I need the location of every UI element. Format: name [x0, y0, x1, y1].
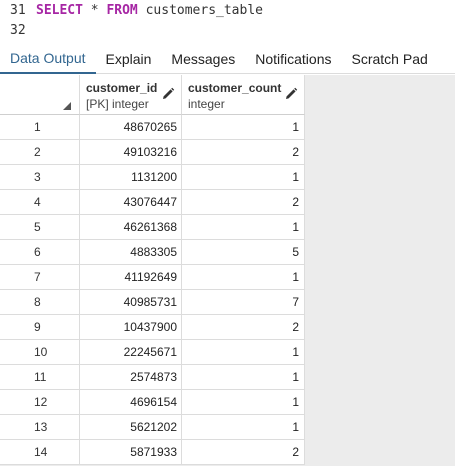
- column-header-customer-id[interactable]: customer_id [PK] integer: [80, 75, 182, 115]
- table-row[interactable]: 7 41192649 1: [0, 265, 305, 290]
- tab-scratch-pad[interactable]: Scratch Pad: [342, 44, 438, 74]
- pencil-icon[interactable]: [284, 87, 298, 101]
- tab-notifications[interactable]: Notifications: [245, 44, 341, 74]
- table-row[interactable]: 9 10437900 2: [0, 315, 305, 340]
- line-number: 32: [10, 22, 26, 38]
- row-number[interactable]: 10: [0, 340, 80, 365]
- code-line-32[interactable]: 32: [0, 20, 36, 40]
- select-all-corner[interactable]: [0, 75, 80, 115]
- column-name: customer_id: [86, 81, 158, 95]
- cell-customer-count[interactable]: 1: [182, 415, 305, 440]
- cell-customer-count[interactable]: 2: [182, 140, 305, 165]
- table-row[interactable]: 8 40985731 7: [0, 290, 305, 315]
- pencil-icon[interactable]: [161, 87, 175, 101]
- keyword-from: FROM: [106, 2, 138, 18]
- result-tabs: Data Output Explain Messages Notificatio…: [0, 44, 455, 74]
- cell-customer-count[interactable]: 1: [182, 165, 305, 190]
- row-number[interactable]: 5: [0, 215, 80, 240]
- row-number[interactable]: 11: [0, 365, 80, 390]
- cell-customer-count[interactable]: 1: [182, 265, 305, 290]
- cell-customer-id[interactable]: 4696154: [80, 390, 182, 415]
- cell-customer-id[interactable]: 2574873: [80, 365, 182, 390]
- cell-customer-id[interactable]: 22245671: [80, 340, 182, 365]
- row-number[interactable]: 13: [0, 415, 80, 440]
- column-name: customer_count: [188, 81, 282, 95]
- tab-explain[interactable]: Explain: [96, 44, 162, 74]
- operator-star: *: [82, 2, 107, 18]
- table-row[interactable]: 3 1131200 1: [0, 165, 305, 190]
- cell-customer-id[interactable]: 5621202: [80, 415, 182, 440]
- grid-rows: 1 48670265 1 2 49103216 2 3 1131200 1 4 4307644…: [0, 115, 305, 465]
- cell-customer-count[interactable]: 2: [182, 315, 305, 340]
- tab-data-output[interactable]: Data Output: [0, 44, 96, 74]
- cell-customer-id[interactable]: 49103216: [80, 140, 182, 165]
- row-number[interactable]: 3: [0, 165, 80, 190]
- line-number: 31: [10, 2, 26, 18]
- table-row[interactable]: 6 4883305 5: [0, 240, 305, 265]
- grid-header: customer_id [PK] integer customer_count …: [0, 75, 305, 115]
- cell-customer-count[interactable]: 1: [182, 215, 305, 240]
- query-editor[interactable]: 31 SELECT * FROM customers_table 32: [0, 0, 455, 42]
- code-text[interactable]: SELECT * FROM customers_table: [36, 3, 263, 18]
- cell-customer-count[interactable]: 1: [182, 390, 305, 415]
- cell-customer-count[interactable]: 1: [182, 115, 305, 140]
- cell-customer-id[interactable]: 1131200: [80, 165, 182, 190]
- table-row[interactable]: 1 48670265 1: [0, 115, 305, 140]
- row-number[interactable]: 7: [0, 265, 80, 290]
- cell-customer-id[interactable]: 43076447: [80, 190, 182, 215]
- cell-customer-id[interactable]: 4883305: [80, 240, 182, 265]
- column-type: integer: [188, 97, 225, 111]
- cell-customer-id[interactable]: 10437900: [80, 315, 182, 340]
- cell-customer-count[interactable]: 5: [182, 240, 305, 265]
- cell-customer-id[interactable]: 46261368: [80, 215, 182, 240]
- cell-customer-id[interactable]: 48670265: [80, 115, 182, 140]
- data-grid: customer_id [PK] integer customer_count …: [0, 75, 455, 466]
- cell-customer-count[interactable]: 1: [182, 365, 305, 390]
- keyword-select: SELECT: [36, 2, 83, 18]
- table-row[interactable]: 4 43076447 2: [0, 190, 305, 215]
- cell-customer-id[interactable]: 40985731: [80, 290, 182, 315]
- table-row[interactable]: 13 5621202 1: [0, 415, 305, 440]
- column-type: [PK] integer: [86, 97, 149, 111]
- tab-messages[interactable]: Messages: [161, 44, 245, 74]
- code-line-31[interactable]: 31 SELECT * FROM customers_table: [0, 0, 263, 20]
- row-number[interactable]: 8: [0, 290, 80, 315]
- table-row[interactable]: 12 4696154 1: [0, 390, 305, 415]
- row-number[interactable]: 1: [0, 115, 80, 140]
- cell-customer-count[interactable]: 7: [182, 290, 305, 315]
- table-identifier: customers_table: [137, 2, 263, 18]
- table-row[interactable]: 2 49103216 2: [0, 140, 305, 165]
- row-number[interactable]: 4: [0, 190, 80, 215]
- row-number[interactable]: 12: [0, 390, 80, 415]
- cell-customer-id[interactable]: 5871933: [80, 440, 182, 465]
- row-number[interactable]: 2: [0, 140, 80, 165]
- corner-triangle-icon: [63, 102, 71, 110]
- row-number[interactable]: 14: [0, 440, 80, 465]
- cell-customer-id[interactable]: 41192649: [80, 265, 182, 290]
- table-row[interactable]: 14 5871933 2: [0, 440, 305, 465]
- cell-customer-count[interactable]: 1: [182, 340, 305, 365]
- column-header-customer-count[interactable]: customer_count integer: [182, 75, 305, 115]
- row-number[interactable]: 9: [0, 315, 80, 340]
- cell-customer-count[interactable]: 2: [182, 440, 305, 465]
- table-row[interactable]: 5 46261368 1: [0, 215, 305, 240]
- table-row[interactable]: 11 2574873 1: [0, 365, 305, 390]
- row-number[interactable]: 6: [0, 240, 80, 265]
- table-row[interactable]: 10 22245671 1: [0, 340, 305, 365]
- cell-customer-count[interactable]: 2: [182, 190, 305, 215]
